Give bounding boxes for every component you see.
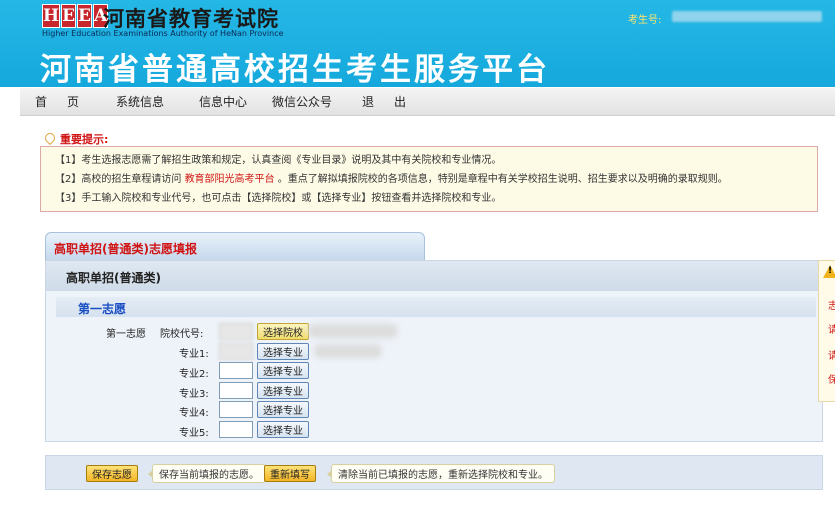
select-major-4-button[interactable]: 选择专业 bbox=[257, 401, 309, 418]
major-2-input[interactable] bbox=[219, 362, 253, 379]
side-tip-panel: 志 请 请 保 bbox=[818, 260, 835, 402]
reset-button[interactable]: 重新填写 bbox=[264, 465, 316, 482]
panel-title: 高职单招(普通类) bbox=[66, 271, 161, 285]
application-form-panel: 高职单招(普通类) 第一志愿 第一志愿 院校代号: 选择院校 专业1: 选择专业… bbox=[45, 260, 823, 442]
major-2-label: 专业2: bbox=[179, 369, 209, 380]
notice-line-3: 【3】手工输入院校和专业代号，也可点击【选择院校】或【选择专业】按钮查看并选择院… bbox=[55, 193, 502, 204]
heea-logo: H E E A bbox=[42, 4, 109, 28]
side-tip-char-1: 志 bbox=[828, 301, 835, 312]
notice-header: 重要提示: bbox=[44, 131, 108, 147]
action-bar: 保存志愿 保存当前填报的志愿。 重新填写 清除当前已填报的志愿，重新选择院校和专… bbox=[45, 455, 823, 490]
major-3-label: 专业3: bbox=[179, 389, 209, 400]
notice-box: 【1】考生选报志愿需了解招生政策和规定，认真查阅《专业目录》说明及其中有关院校和… bbox=[40, 146, 818, 212]
choice-label: 第一志愿 bbox=[106, 329, 146, 340]
section-title: 第一志愿 bbox=[78, 302, 127, 316]
school-code-label: 院校代号: bbox=[160, 329, 204, 340]
major-3-input[interactable] bbox=[219, 382, 253, 399]
major-1-label: 专业1: bbox=[179, 349, 209, 360]
save-hint: 保存当前填报的志愿。 bbox=[148, 464, 266, 483]
school-name-value bbox=[308, 324, 398, 338]
side-tip-char-3: 请 bbox=[828, 351, 835, 362]
nav-wechat[interactable]: 微信公众号 bbox=[272, 93, 332, 110]
side-tip-char-2: 请 bbox=[828, 325, 835, 336]
save-button[interactable]: 保存志愿 bbox=[86, 465, 138, 482]
major-4-label: 专业4: bbox=[179, 408, 209, 419]
reset-hint: 清除当前已填报的志愿，重新选择院校和专业。 bbox=[327, 464, 555, 483]
notice-line-2: 【2】高校的招生章程请访问 教育部阳光高考平台 。重点了解拟填报院校的各项信息，… bbox=[55, 174, 728, 185]
select-major-1-button[interactable]: 选择专业 bbox=[257, 343, 309, 360]
main-nav: 首页 系统信息 信息中心 微信公众号 退出 bbox=[20, 88, 835, 116]
nav-system-info[interactable]: 系统信息 bbox=[116, 93, 164, 110]
platform-title: 河南省普通高校招生考生服务平台 bbox=[40, 52, 550, 87]
nav-home[interactable]: 首页 bbox=[35, 93, 99, 110]
notice-line-1: 【1】考生选报志愿需了解招生政策和规定，认真查阅《专业目录》说明及其中有关院校和… bbox=[55, 155, 502, 166]
nav-exit[interactable]: 退出 bbox=[362, 93, 426, 110]
select-major-5-button[interactable]: 选择专业 bbox=[257, 421, 309, 438]
school-code-input[interactable] bbox=[219, 323, 253, 340]
panel-header: 高职单招(普通类) bbox=[46, 261, 822, 291]
nav-info-center[interactable]: 信息中心 bbox=[199, 93, 247, 110]
major-1-name-value bbox=[314, 344, 382, 358]
examinee-number-label: 考生号: bbox=[628, 15, 662, 26]
major-4-input[interactable] bbox=[219, 401, 253, 418]
examinee-number-value bbox=[672, 11, 822, 22]
major-5-label: 专业5: bbox=[179, 428, 209, 439]
site-header: H E E A 河南省教育考试院 Higher Education Examin… bbox=[0, 0, 835, 87]
form-tab: 高职单招(普通类)志愿填报 bbox=[45, 232, 425, 260]
select-major-2-button[interactable]: 选择专业 bbox=[257, 362, 309, 379]
notice-title: 重要提示: bbox=[60, 133, 109, 146]
form-tab-title: 高职单招(普通类)志愿填报 bbox=[54, 242, 197, 256]
location-pin-icon bbox=[44, 133, 54, 145]
section-header: 第一志愿 bbox=[56, 297, 816, 317]
select-major-3-button[interactable]: 选择专业 bbox=[257, 382, 309, 399]
major-5-input[interactable] bbox=[219, 421, 253, 438]
sunshine-gaokao-link[interactable]: 教育部阳光高考平台 bbox=[185, 174, 275, 185]
side-tip-char-4: 保 bbox=[828, 375, 835, 386]
org-name-en: Higher Education Examinations Authority … bbox=[42, 29, 284, 38]
warning-icon bbox=[823, 265, 835, 278]
major-1-input[interactable] bbox=[219, 343, 253, 360]
select-school-button[interactable]: 选择院校 bbox=[257, 323, 309, 340]
